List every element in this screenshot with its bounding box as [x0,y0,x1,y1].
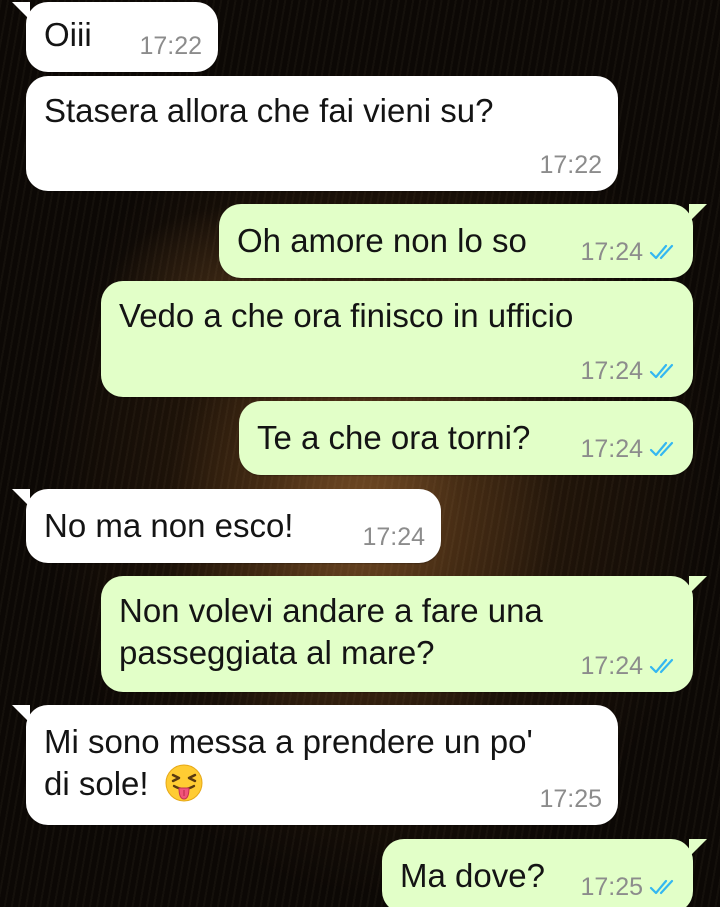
message-time: 17:22 [539,151,602,179]
message-incoming[interactable]: Stasera allora che fai vieni su? 17:22 [26,76,618,191]
message-text: Vedo a che ora finisco in ufficio [119,297,574,334]
message-time: 17:24 [580,435,643,463]
message-text: Non volevi andare a fare una passeggiata… [119,592,543,671]
message-outgoing[interactable]: Vedo a che ora finisco in ufficio 17:24 [101,281,693,397]
message-meta: 17:24 [580,652,679,680]
message-meta: 17:22 [139,32,202,60]
message-incoming[interactable]: No ma non esco! 17:24 [12,489,441,563]
message-time: 17:24 [580,238,643,266]
message-meta: 17:25 [580,873,679,901]
message-text-line: Mi sono messa a prendere un po' di sole! [44,721,564,805]
message-meta: 17:22 [539,151,602,179]
message-time: 17:24 [362,523,425,551]
message-incoming[interactable]: Mi sono messa a prendere un po' di sole!… [12,705,618,825]
read-receipt-icon [649,441,674,457]
message-outgoing[interactable]: Ma dove? 17:25 [382,839,707,907]
read-receipt-icon [649,363,674,379]
message-text: Ma dove? [400,857,545,894]
message-time: 17:25 [539,785,602,813]
message-time: 17:24 [580,652,643,680]
message-meta: 17:24 [580,238,679,266]
message-meta: 17:24 [362,523,425,551]
message-incoming[interactable]: Oiii 17:22 [12,2,218,72]
message-time: 17:22 [139,32,202,60]
message-time: 17:25 [580,873,643,901]
read-receipt-icon [649,879,674,895]
message-text: Mi sono messa a prendere un po' di sole! [44,723,533,802]
message-meta: 17:24 [580,357,679,385]
message-outgoing[interactable]: Te a che ora torni? 17:24 [239,401,693,475]
message-text: Stasera allora che fai vieni su? [44,92,494,129]
message-meta: 17:25 [539,785,602,813]
squinting-face-with-tongue-icon [165,764,203,802]
message-text: Oiii [44,16,92,53]
message-time: 17:24 [580,357,643,385]
read-receipt-icon [649,244,674,260]
message-text: Oh amore non lo so [237,222,527,259]
read-receipt-icon [649,658,674,674]
message-outgoing[interactable]: Non volevi andare a fare una passeggiata… [101,576,707,692]
message-outgoing[interactable]: Oh amore non lo so 17:24 [219,204,707,278]
message-meta: 17:24 [580,435,679,463]
message-text: No ma non esco! [44,507,294,544]
message-text: Te a che ora torni? [257,419,531,456]
